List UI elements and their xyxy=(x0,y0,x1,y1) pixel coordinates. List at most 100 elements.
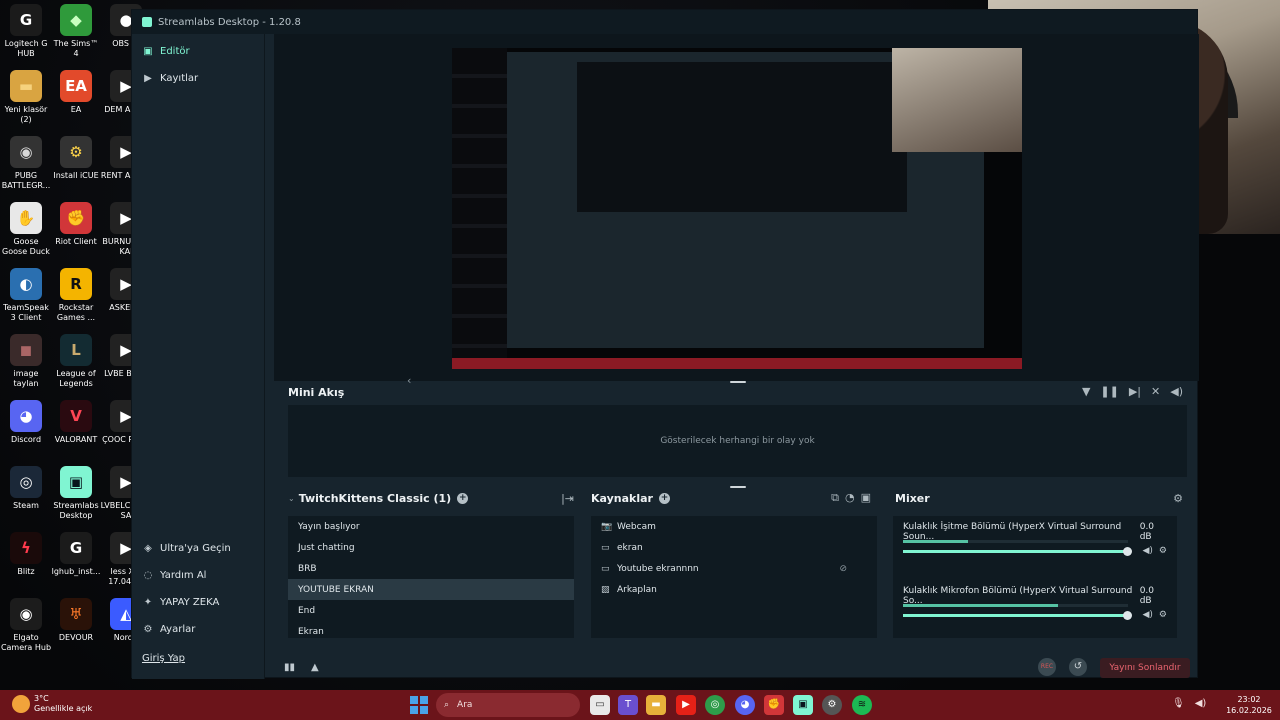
desktop-icon[interactable]: ▣ Streamlabs Desktop xyxy=(50,466,102,521)
level-meter-fill xyxy=(903,540,969,543)
stats-icon[interactable]: ▮▮ xyxy=(284,662,295,673)
weather-temp: 3°C xyxy=(34,694,49,703)
desktop-icon-label: PUBG BATTLEGR... xyxy=(1,171,51,190)
source-item[interactable]: ▨ Arkaplan xyxy=(591,579,877,600)
desktop-icon[interactable]: G Logitech G HUB xyxy=(0,4,52,59)
volume-slider-fill xyxy=(903,550,1128,553)
scene-item[interactable]: End xyxy=(288,600,574,621)
add-scene-icon[interactable]: + xyxy=(457,492,469,504)
riot-client-icon[interactable]: ✊ xyxy=(764,695,784,715)
source-item[interactable]: ▭ Youtube ekrannnn ⊘ xyxy=(591,558,877,579)
hidden-eye-icon[interactable]: ⊘ xyxy=(839,564,847,574)
sidebar-item-recordings[interactable]: ▶ Kayıtlar xyxy=(132,65,264,92)
add-source-icon[interactable]: + xyxy=(658,492,670,504)
scenes-title[interactable]: TwitchKittens Classic (1) xyxy=(299,492,452,505)
desktop-icon[interactable]: R Rockstar Games ... xyxy=(50,268,102,323)
weather-desc: Genellikle açık xyxy=(34,704,93,713)
desktop-icon-label: The Sims™ 4 xyxy=(53,39,99,58)
microphone-icon[interactable]: 🎙 xyxy=(1172,698,1185,709)
desktop-icon[interactable]: EA EA xyxy=(50,70,102,115)
gear-icon[interactable]: ⚙ xyxy=(1159,610,1167,620)
login-link[interactable]: Giriş Yap xyxy=(142,653,185,664)
scene-item[interactable]: BRB xyxy=(288,558,574,579)
speaker-icon[interactable]: ◀) xyxy=(1195,698,1207,709)
desktop-icon[interactable]: ✋ Goose Goose Duck xyxy=(0,202,52,257)
teams-icon[interactable]: T xyxy=(618,695,638,715)
source-item[interactable]: ▭ ekran xyxy=(591,537,877,558)
desktop-icon[interactable]: ◐ TeamSpeak 3 Client xyxy=(0,268,52,323)
scene-item[interactable]: Ekran xyxy=(288,621,574,642)
desktop-icon[interactable]: ◆ The Sims™ 4 xyxy=(50,4,102,59)
volume-knob[interactable] xyxy=(1123,547,1132,556)
record-button[interactable]: REC xyxy=(1038,658,1056,676)
scene-item[interactable]: Yayın başlıyor xyxy=(288,516,574,537)
skip-icon[interactable]: ▶| xyxy=(1129,385,1141,398)
file-explorer-icon[interactable]: ▬ xyxy=(646,695,666,715)
desktop-icon[interactable]: Glghub_inst... xyxy=(50,532,102,577)
sidebar-item-help[interactable]: ◌ Yardım Al xyxy=(132,562,264,589)
sidebar-item-ultra[interactable]: ◈ Ultra'ya Geçin xyxy=(132,535,264,562)
volume-slider[interactable] xyxy=(903,611,1132,620)
sidebar-item-label: Ayarlar xyxy=(160,624,196,635)
mute-icon[interactable]: ◀) xyxy=(1142,610,1152,620)
scene-item[interactable]: YOUTUBE EKRAN xyxy=(288,579,574,600)
stream-preview[interactable] xyxy=(452,48,1022,369)
chevron-down-icon[interactable]: ⌄ xyxy=(288,494,295,503)
desktop-icon[interactable]: ◎ Steam xyxy=(0,466,52,511)
sources-title: Kaynaklar xyxy=(591,491,653,505)
gear-icon[interactable]: ⚙ xyxy=(1159,546,1167,556)
sources-dock: Kaynaklar + ⧉◔▣ 📷 Webcam ▭ ekran ▭ Youtube ek… xyxy=(585,488,883,646)
source-label: Arkaplan xyxy=(617,584,657,595)
source-tools-icons[interactable]: ⧉◔▣ xyxy=(831,491,877,505)
desktop-icon[interactable]: ◼ image taylan xyxy=(0,334,52,389)
sidebar-item-label: Kayıtlar xyxy=(160,73,199,84)
replay-buffer-icon[interactable]: ↺ xyxy=(1069,658,1087,676)
volume-knob[interactable] xyxy=(1123,611,1132,620)
chrome-icon[interactable]: ◎ xyxy=(705,695,725,715)
gear-icon[interactable]: ⚙ xyxy=(1173,492,1183,505)
desktop-icon[interactable]: ▬ Yeni klasör (2) xyxy=(0,70,52,125)
end-stream-button[interactable]: Yayını Sonlandır xyxy=(1100,658,1190,678)
desktop-icon-label: EA xyxy=(70,105,82,114)
source-item[interactable]: 📷 Webcam xyxy=(591,516,877,537)
desktop-icon[interactable]: ◉ PUBG BATTLEGR... xyxy=(0,136,52,191)
spotify-icon[interactable]: ≋ xyxy=(852,695,872,715)
sidebar-item-editor[interactable]: ▣ Editör xyxy=(132,38,264,65)
desktop-icon[interactable]: ϟ Blitz xyxy=(0,532,52,577)
streamlabs-taskbar-icon[interactable]: ▣ xyxy=(793,695,813,715)
discord-icon[interactable]: ◕ xyxy=(735,695,755,715)
settings-taskbar-icon[interactable]: ⚙ xyxy=(822,695,842,715)
ai-sparkle-icon: ✦ xyxy=(143,597,153,608)
weather-widget[interactable]: 3°C Genellikle açık xyxy=(12,694,92,714)
mute-alerts-icon[interactable]: ✕ xyxy=(1151,385,1160,398)
bell-icon[interactable]: ▲ xyxy=(311,662,319,673)
start-button[interactable] xyxy=(410,696,428,714)
youtube-icon[interactable]: ▶ xyxy=(676,695,696,715)
app-icon: ◼ xyxy=(10,334,42,366)
desktop-icon[interactable]: ◉ Elgato Camera Hub xyxy=(0,598,52,653)
desktop-icon[interactable]: ✊ Riot Client xyxy=(50,202,102,247)
desktop-icon[interactable]: ⚙ Install iCUE xyxy=(50,136,102,181)
filter-icon[interactable]: ▼ xyxy=(1082,385,1090,398)
sidebar-item-settings[interactable]: ⚙ Ayarlar xyxy=(132,616,264,643)
scene-item[interactable]: Just chatting xyxy=(288,537,574,558)
mute-icon[interactable]: ◀) xyxy=(1142,546,1152,556)
desktop-icon-label: Riot Client xyxy=(55,237,97,246)
volume-icon[interactable]: ◀) xyxy=(1170,385,1183,398)
pause-icon[interactable]: ❚❚ xyxy=(1100,385,1118,398)
sidebar-item-ai[interactable]: ✦ YAPAY ZEKA xyxy=(132,589,264,616)
scene-transition-icon[interactable]: |⇥ xyxy=(561,492,574,505)
search-box[interactable]: ⌕ Ara xyxy=(436,693,580,717)
source-label: Webcam xyxy=(617,521,656,532)
volume-slider[interactable] xyxy=(903,547,1132,556)
desktop-icon[interactable]: L League of Legends xyxy=(50,334,102,389)
ultra-icon: ◈ xyxy=(144,543,152,554)
task-view-icon[interactable]: ▭ xyxy=(590,695,610,715)
desktop-icon[interactable]: V VALORANT xyxy=(50,400,102,445)
desktop-icon[interactable]: ◕ Discord xyxy=(0,400,52,445)
sidebar-item-label: YAPAY ZEKA xyxy=(160,597,220,608)
desktop-icons: G Logitech G HUB ◆ The Sims™ 4 ● OBS St ▬ Yeni … xyxy=(0,4,151,674)
desktop-icon[interactable]: ♅ DEVOUR xyxy=(50,598,102,643)
app-icon: ◉ xyxy=(10,598,42,630)
clock[interactable]: 23:02 16.02.2026 xyxy=(1226,694,1272,716)
